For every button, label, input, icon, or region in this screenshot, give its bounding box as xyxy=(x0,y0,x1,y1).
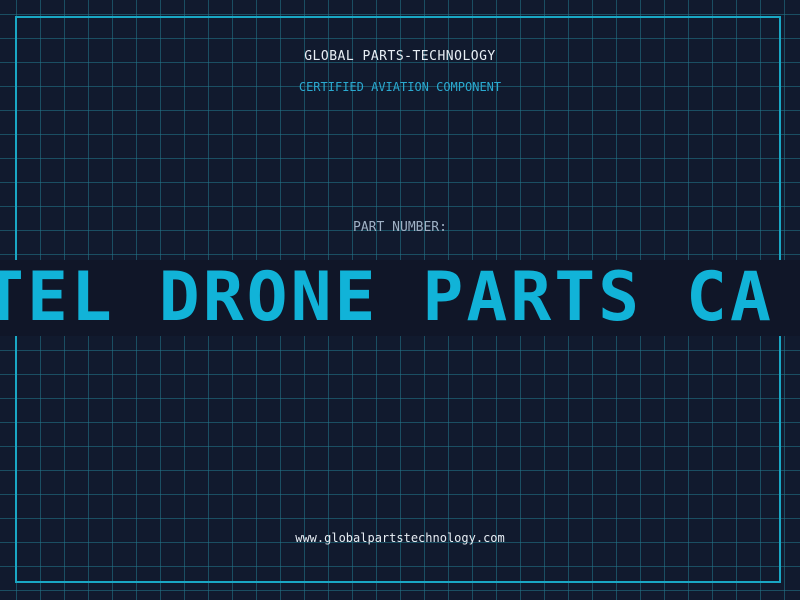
website-url: www.globalpartstechnology.com xyxy=(295,531,505,545)
part-number-scrolling-text: TEL DRONE PARTS CA xyxy=(0,260,774,336)
part-number-label: PART NUMBER: xyxy=(353,220,447,235)
certification-subtitle: CERTIFIED AVIATION COMPONENT xyxy=(298,80,502,94)
brand-title: GLOBAL PARTS-TECHNOLOGY xyxy=(304,49,496,64)
certificate-canvas: GLOBAL PARTS-TECHNOLOGY CERTIFIED AVIATI… xyxy=(0,0,800,600)
part-number-banner: TEL DRONE PARTS CA xyxy=(0,260,800,336)
